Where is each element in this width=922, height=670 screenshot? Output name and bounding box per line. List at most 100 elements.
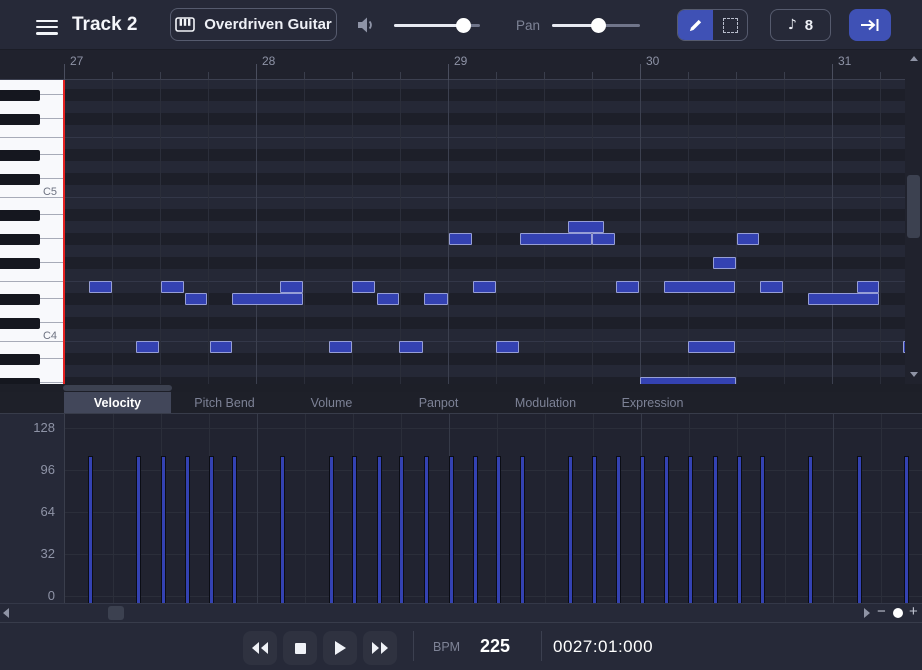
velocity-bar[interactable] [424,456,429,603]
midi-note[interactable] [688,341,735,353]
midi-note[interactable] [449,233,472,245]
black-key[interactable] [0,258,40,269]
midi-note[interactable] [424,293,448,305]
black-key[interactable] [0,150,40,161]
note-length-button[interactable]: ♪ 8 [770,9,831,41]
scroll-right-icon[interactable] [864,608,870,618]
black-key[interactable] [0,114,40,125]
fast-forward-button[interactable] [363,631,397,665]
midi-note[interactable] [185,293,207,305]
black-key[interactable] [0,318,40,329]
midi-note[interactable] [473,281,496,293]
velocity-bar[interactable] [473,456,478,603]
piano-keyboard[interactable]: C5C4 [0,80,63,384]
ruler[interactable]: 2728293031 [0,50,922,80]
midi-note[interactable] [210,341,232,353]
bpm-value[interactable]: 225 [480,636,510,657]
velocity-bar[interactable] [185,456,190,603]
velocity-bar[interactable] [737,456,742,603]
velocity-bar[interactable] [232,456,237,603]
rewind-button[interactable] [243,631,277,665]
velocity-chart[interactable] [64,414,922,603]
velocity-bar[interactable] [161,456,166,603]
midi-note[interactable] [664,281,735,293]
zoom-reset-dot[interactable] [893,608,903,618]
midi-note[interactable] [136,341,159,353]
midi-note[interactable] [329,341,352,353]
scroll-up-icon[interactable] [910,56,918,61]
pencil-tool-button[interactable] [678,10,713,40]
tab-volume[interactable]: Volume [278,392,385,413]
tab-velocity[interactable]: Velocity [64,392,171,413]
velocity-bar[interactable] [904,456,909,603]
midi-note[interactable] [640,377,736,384]
note-grid[interactable] [64,80,905,384]
velocity-bar[interactable] [713,456,718,603]
velocity-bar[interactable] [616,456,621,603]
zoom-out-icon[interactable]: − [877,603,886,620]
velocity-bar[interactable] [520,456,525,603]
pan-slider-knob[interactable] [591,18,606,33]
bottom-scrollbar-thumb[interactable] [108,606,124,620]
velocity-bar[interactable] [449,456,454,603]
tab-pitch-bend[interactable]: Pitch Bend [171,392,278,413]
velocity-bar[interactable] [329,456,334,603]
midi-note[interactable] [232,293,303,305]
velocity-bar[interactable] [88,456,93,603]
velocity-bar[interactable] [209,456,214,603]
instrument-button[interactable]: Overdriven Guitar [170,8,337,41]
midi-note[interactable] [760,281,783,293]
black-key[interactable] [0,210,40,221]
menu-button[interactable] [36,16,58,38]
midi-note[interactable] [520,233,592,245]
velocity-bar[interactable] [568,456,573,603]
midi-note[interactable] [616,281,639,293]
midi-note[interactable] [737,233,759,245]
velocity-bar[interactable] [496,456,501,603]
midi-note[interactable] [89,281,112,293]
velocity-bar[interactable] [280,456,285,603]
velocity-bar[interactable] [399,456,404,603]
black-key[interactable] [0,90,40,101]
velocity-bar[interactable] [664,456,669,603]
volume-slider-knob[interactable] [456,18,471,33]
velocity-bar[interactable] [352,456,357,603]
midi-note[interactable] [352,281,375,293]
velocity-bar[interactable] [808,456,813,603]
zoom-in-icon[interactable]: + [909,603,918,620]
velocity-bar[interactable] [640,456,645,603]
velocity-bar[interactable] [857,456,862,603]
vertical-scrollbar[interactable] [905,50,922,384]
midi-note[interactable] [592,233,615,245]
midi-note[interactable] [496,341,519,353]
midi-note[interactable] [377,293,399,305]
midi-note[interactable] [808,293,879,305]
roll-horizontal-scrollbar-thumb[interactable] [63,385,172,391]
tab-modulation[interactable]: Modulation [492,392,599,413]
black-key[interactable] [0,234,40,245]
velocity-bar[interactable] [688,456,693,603]
midi-note[interactable] [568,221,604,233]
midi-note[interactable] [161,281,184,293]
velocity-bar[interactable] [592,456,597,603]
velocity-bar[interactable] [377,456,382,603]
tab-panpot[interactable]: Panpot [385,392,492,413]
tab-expression[interactable]: Expression [599,392,706,413]
black-key[interactable] [0,174,40,185]
midi-note[interactable] [280,281,303,293]
velocity-bar[interactable] [760,456,765,603]
roll-horizontal-scrollbar[interactable] [0,384,922,392]
stop-button[interactable] [283,631,317,665]
vertical-scrollbar-thumb[interactable] [907,175,920,238]
scroll-down-icon[interactable] [910,372,918,377]
black-key[interactable] [0,354,40,365]
play-button[interactable] [323,631,357,665]
jump-to-cursor-button[interactable] [849,9,891,41]
midi-note[interactable] [399,341,423,353]
midi-note[interactable] [713,257,736,269]
scroll-left-icon[interactable] [3,608,9,618]
velocity-bar[interactable] [136,456,141,603]
midi-note[interactable] [857,281,879,293]
selection-tool-button[interactable] [713,10,747,40]
black-key[interactable] [0,294,40,305]
